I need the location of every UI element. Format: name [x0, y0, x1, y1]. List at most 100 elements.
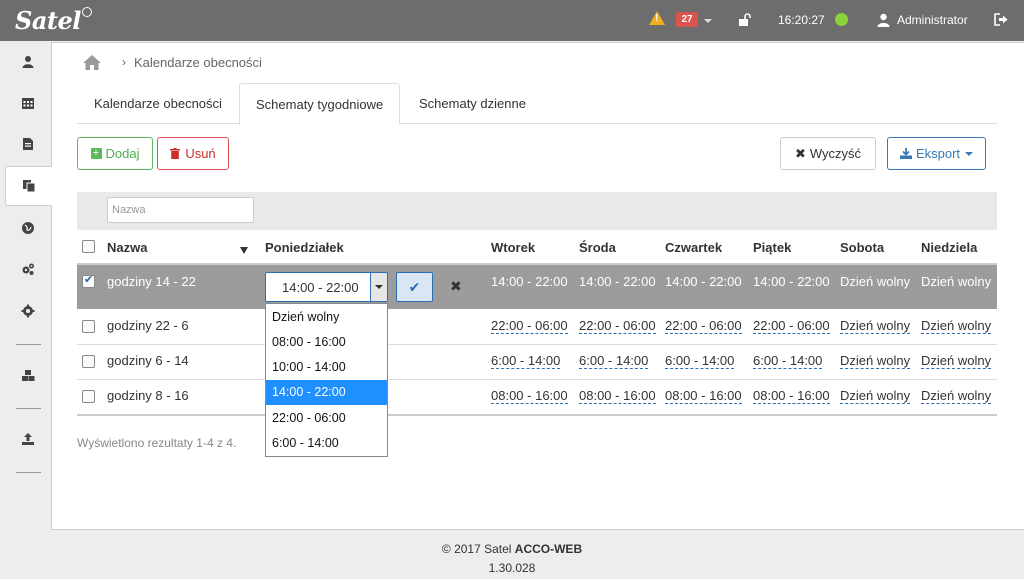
row-checkbox[interactable] [82, 390, 95, 403]
unlock-icon[interactable] [738, 13, 752, 27]
user-icon [22, 56, 34, 68]
cell-thursday: 14:00 - 22:00 [665, 274, 742, 289]
connection-status-icon [835, 13, 848, 26]
dropdown-option-highlighted[interactable]: 14:00 - 22:00 [266, 380, 387, 405]
cell-tuesday[interactable]: 08:00 - 16:00 [491, 388, 568, 404]
sidebar-item-documents[interactable] [5, 124, 51, 164]
cell-friday: 14:00 - 22:00 [753, 274, 830, 289]
tab-daily-schemes[interactable]: Schematy dzienne [403, 83, 542, 124]
clear-button[interactable]: ✖ Wyczyść [780, 137, 876, 170]
top-bar: Satel 27 16:20:27 Administrator [0, 0, 1024, 41]
cell-thursday[interactable]: 08:00 - 16:00 [665, 388, 742, 404]
confirm-button[interactable]: ✔ [396, 272, 433, 302]
cell-tuesday[interactable]: 22:00 - 06:00 [491, 318, 568, 334]
row-checkbox[interactable] [82, 273, 95, 288]
cell-saturday[interactable]: Dzień wolny [840, 353, 911, 369]
row-name: godziny 6 - 14 [107, 353, 189, 368]
add-button[interactable]: + Dodaj [77, 137, 153, 170]
select-value: 14:00 - 22:00 [282, 280, 359, 295]
home-icon[interactable] [82, 54, 102, 71]
warning-icon[interactable] [649, 11, 665, 25]
cell-thursday[interactable]: 6:00 - 14:00 [665, 353, 735, 369]
satel-logo[interactable]: Satel [15, 6, 92, 35]
delete-button-label: Usuń [185, 146, 216, 161]
sidebar-item-configuration[interactable] [5, 249, 51, 289]
row-name: godziny 22 - 6 [107, 318, 189, 333]
add-button-label: Dodaj [105, 146, 140, 161]
export-button-label: Eksport [915, 146, 961, 161]
document-icon [23, 138, 33, 150]
sidebar-item-users[interactable] [5, 42, 51, 82]
user-icon [877, 13, 890, 27]
dropdown-option[interactable]: 10:00 - 14:00 [266, 355, 387, 380]
sidebar-divider [16, 344, 41, 345]
dropdown-option[interactable]: 08:00 - 16:00 [266, 330, 387, 355]
row-name: godziny 8 - 16 [107, 388, 189, 403]
name-filter-input[interactable] [107, 197, 254, 223]
clock-time: 16:20:27 [778, 13, 825, 27]
cell-sunday[interactable]: Dzień wolny [921, 318, 992, 334]
table-bottom-divider [77, 414, 997, 416]
dropdown-option[interactable]: 6:00 - 14:00 [266, 431, 387, 456]
close-icon: ✖ [794, 145, 806, 161]
cell-saturday[interactable]: Dzień wolny [840, 318, 911, 334]
column-header-saturday: Sobota [840, 240, 885, 255]
logout-icon[interactable] [994, 13, 1008, 26]
column-header-thursday: Czwartek [665, 240, 723, 255]
cubes-icon [22, 370, 35, 381]
column-header-friday: Piątek [753, 240, 792, 255]
schedule-dropdown-list[interactable]: Dzień wolny 08:00 - 16:00 10:00 - 14:00 … [265, 303, 388, 457]
calendar-icon [22, 98, 34, 109]
cell-wednesday[interactable]: 22:00 - 06:00 [579, 318, 656, 334]
dropdown-option[interactable]: 22:00 - 06:00 [266, 406, 387, 431]
user-name[interactable]: Administrator [897, 13, 968, 27]
cancel-edit-icon[interactable]: ✖ [450, 278, 462, 295]
breadcrumb: › Kalendarze obecności [82, 52, 262, 72]
tab-weekly-schemes[interactable]: Schematy tygodniowe [239, 83, 401, 125]
sort-desc-icon[interactable] [240, 247, 248, 254]
monday-schedule-select[interactable]: 14:00 - 22:00 [265, 272, 388, 302]
tab-attendance-calendars[interactable]: Kalendarze obecności [78, 83, 238, 124]
tab-bar: Kalendarze obecności Schematy tygodniowe… [77, 83, 997, 125]
gears-icon [22, 263, 34, 275]
chevron-down-icon[interactable] [704, 19, 712, 23]
result-count-text: Wyświetlono rezultaty 1-4 z 4. [77, 436, 237, 450]
footer-copyright: © 2017 Satel ACCO-WEB [0, 542, 1024, 556]
footer-version: 1.30.028 [488, 561, 536, 575]
dropdown-option[interactable]: Dzień wolny [266, 305, 387, 330]
row-divider [77, 344, 997, 345]
cell-sunday: Dzień wolny [921, 274, 992, 289]
row-divider [77, 379, 997, 380]
cell-friday[interactable]: 6:00 - 14:00 [753, 353, 823, 369]
cell-friday[interactable]: 08:00 - 16:00 [753, 388, 830, 404]
cell-tuesday[interactable]: 6:00 - 14:00 [491, 353, 561, 369]
cell-sunday[interactable]: Dzień wolny [921, 388, 992, 404]
chevron-down-icon[interactable] [370, 273, 387, 301]
row-checkbox[interactable] [82, 355, 95, 368]
cell-wednesday[interactable]: 6:00 - 14:00 [579, 353, 649, 369]
cell-tuesday: 14:00 - 22:00 [491, 274, 568, 289]
delete-button[interactable]: Usuń [157, 137, 229, 170]
cell-thursday[interactable]: 22:00 - 06:00 [665, 318, 742, 334]
sidebar-item-calendar[interactable] [5, 83, 51, 123]
globe-icon [22, 222, 34, 234]
select-all-checkbox[interactable] [82, 240, 95, 253]
trash-icon [170, 148, 181, 159]
breadcrumb-current: Kalendarze obecności [134, 54, 262, 70]
column-header-name[interactable]: Nazwa [107, 240, 147, 255]
sidebar-item-upload[interactable] [5, 419, 51, 459]
cell-wednesday[interactable]: 08:00 - 16:00 [579, 388, 656, 404]
cell-sunday[interactable]: Dzień wolny [921, 353, 992, 369]
row-checkbox[interactable] [82, 320, 95, 333]
sidebar-item-settings[interactable] [5, 291, 51, 331]
sidebar-item-modules[interactable] [5, 356, 51, 396]
plus-icon: + [90, 148, 102, 159]
export-button[interactable]: Eksport [887, 137, 986, 170]
sidebar-divider [16, 472, 41, 473]
cell-saturday[interactable]: Dzień wolny [840, 388, 911, 404]
cell-friday[interactable]: 22:00 - 06:00 [753, 318, 830, 334]
alarm-count-badge[interactable]: 27 [676, 12, 698, 27]
sidebar-item-network[interactable] [5, 208, 51, 248]
cell-saturday: Dzień wolny [840, 274, 911, 289]
sidebar-item-schedules[interactable] [5, 166, 52, 206]
